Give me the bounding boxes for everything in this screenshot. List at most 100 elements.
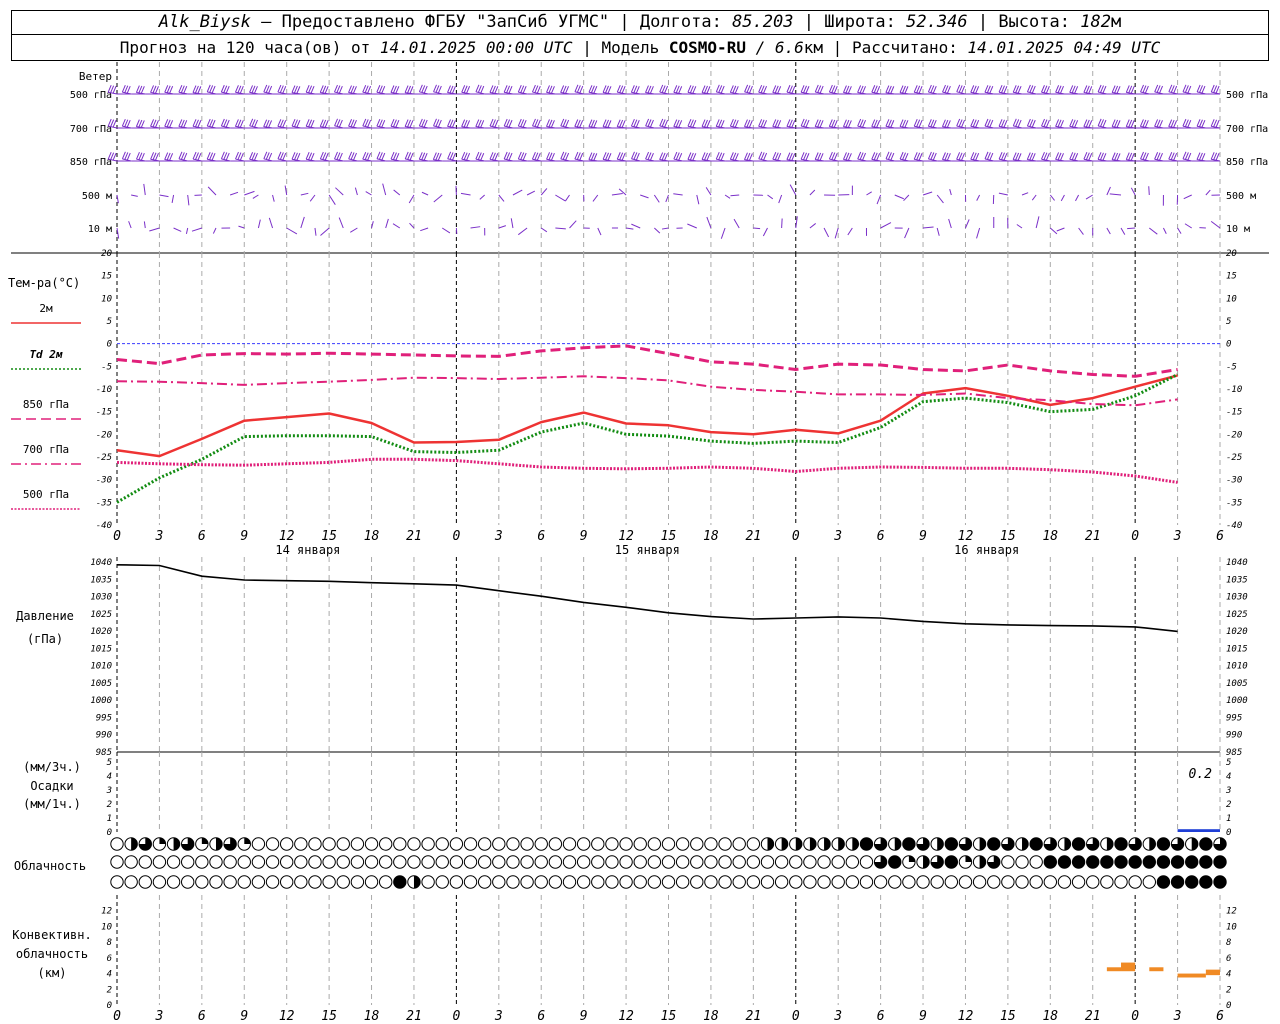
wind-barb-flag bbox=[687, 85, 692, 93]
cloud-cover-circle bbox=[364, 875, 379, 889]
wind-barb-flag bbox=[169, 120, 174, 128]
wind-barb-flag bbox=[546, 119, 550, 127]
wind-barb bbox=[393, 189, 401, 196]
wind-barb-flag bbox=[777, 120, 782, 128]
bottom-hour-tick-label: 18 bbox=[1042, 1009, 1058, 1024]
wind-barb-flag bbox=[972, 119, 977, 127]
cloud-cover-fill bbox=[1213, 855, 1227, 869]
wind-barb-flag bbox=[970, 152, 975, 160]
wind-barb-flag bbox=[734, 120, 739, 128]
wind-barb-flag bbox=[720, 152, 725, 161]
wind-barb-flag bbox=[833, 85, 838, 94]
precip-unit-3h: (мм/3ч.) bbox=[23, 760, 81, 774]
wind-barb-flag bbox=[305, 119, 310, 127]
wind-barb-flag bbox=[263, 151, 268, 159]
wind-barb-flag bbox=[451, 120, 456, 128]
wind-barb-flag bbox=[777, 86, 782, 94]
cloud-cover-circle bbox=[195, 875, 209, 889]
wind-barb-flag bbox=[562, 119, 567, 127]
cloud-cover-circle bbox=[350, 855, 365, 869]
cloud-cover-circle bbox=[718, 855, 732, 869]
wind-barb-flag bbox=[150, 85, 155, 93]
wind-barb-flag bbox=[334, 118, 338, 126]
wind-barb-flag bbox=[183, 152, 188, 161]
wind-barb-flag bbox=[857, 118, 862, 127]
wind-barb bbox=[350, 227, 358, 233]
wind-barb bbox=[1060, 194, 1065, 202]
wind-barb-flag bbox=[760, 85, 765, 93]
wind-barb-flag bbox=[279, 85, 284, 93]
cloud-cover-circle bbox=[251, 875, 266, 889]
cloud-cover-fill bbox=[1022, 837, 1029, 851]
cloud-cover-circle bbox=[1057, 875, 1072, 889]
wind-barb bbox=[555, 194, 566, 202]
wind-barb-flag bbox=[265, 152, 270, 160]
wind-barb bbox=[724, 194, 731, 199]
cloud-cover-circle bbox=[548, 875, 563, 889]
wind-barb-flag bbox=[1041, 152, 1045, 160]
wind-barb bbox=[569, 220, 577, 229]
wind-barb-flag bbox=[178, 85, 183, 93]
wind-barb bbox=[1130, 187, 1136, 196]
wind-barb bbox=[143, 221, 146, 229]
temp-tick-label-right: -40 bbox=[1226, 521, 1242, 531]
bottom-hour-tick-label: 9 bbox=[580, 1009, 588, 1024]
wind-barb-flag bbox=[390, 151, 395, 160]
wind-barb bbox=[512, 189, 523, 196]
temp-tick-label-right: -15 bbox=[1226, 408, 1242, 418]
wind-barb bbox=[420, 227, 429, 232]
bottom-hour-tick-label: 21 bbox=[406, 1009, 422, 1024]
wind-barb-flag bbox=[1017, 86, 1022, 94]
cloud-cover-fill bbox=[1072, 837, 1085, 851]
wind-barb-flag bbox=[409, 152, 414, 161]
cloud-cover-fill bbox=[795, 837, 802, 851]
wind-barb-flag bbox=[616, 152, 621, 160]
wind-barb-flag bbox=[777, 153, 782, 161]
cloud-cover-fill bbox=[131, 837, 138, 851]
cloud-cover-circle bbox=[294, 855, 308, 869]
cloud-cover-fill bbox=[159, 837, 166, 844]
cloud-cover-circle bbox=[534, 855, 548, 869]
cloud-cover-circle bbox=[534, 837, 548, 851]
cloud-cover-circle bbox=[774, 855, 789, 869]
cloud-cover-fill bbox=[888, 855, 901, 869]
wind-barb-flag bbox=[1156, 152, 1161, 160]
cloud-cover-circle bbox=[181, 855, 195, 869]
wind-barb-flag bbox=[758, 119, 763, 127]
wind-barb-flag bbox=[989, 119, 994, 128]
wind-barb-flag bbox=[239, 86, 244, 94]
wind-barb-flag bbox=[206, 84, 211, 93]
wind-barb bbox=[300, 192, 309, 196]
wind-barb-flag bbox=[1003, 120, 1008, 128]
cloud-cover-circle bbox=[124, 875, 138, 889]
wind-barb-flag bbox=[1088, 153, 1093, 161]
wind-barb-flag bbox=[763, 86, 768, 94]
hour-tick-label: 18 bbox=[364, 529, 380, 544]
wind-barb-flag bbox=[423, 85, 428, 94]
wind-barb-flag bbox=[421, 119, 426, 127]
wind-barb-flag bbox=[364, 85, 369, 93]
cloud-cover-circle bbox=[633, 837, 647, 851]
wind-barb-flag bbox=[1159, 120, 1163, 128]
date-label: 16 января bbox=[954, 543, 1019, 557]
pressure-tick-label: 1035 bbox=[90, 575, 112, 585]
pressure-tick-label-right: 1010 bbox=[1226, 662, 1248, 672]
wind-barb-flag bbox=[786, 84, 791, 93]
wind-barb-flag bbox=[1154, 84, 1159, 93]
wind-barb bbox=[252, 194, 259, 199]
wind-barb-flag bbox=[1029, 85, 1034, 93]
wind-barb-flag bbox=[437, 119, 442, 128]
convective-tick-label-right: 6 bbox=[1226, 954, 1231, 964]
cloud-cover-fill bbox=[1185, 875, 1198, 889]
wind-barb-flag bbox=[645, 118, 650, 127]
cloud-cover-circle bbox=[350, 875, 365, 889]
pressure-tick-label-right: 1005 bbox=[1226, 679, 1248, 689]
cloud-cover-circle bbox=[562, 837, 577, 851]
cloud-cover-circle bbox=[845, 855, 860, 869]
cloud-cover-circle bbox=[888, 875, 902, 889]
wind-barb-flag bbox=[927, 119, 932, 127]
wind-barb-flag bbox=[192, 151, 197, 160]
wind-barb-flag bbox=[239, 120, 244, 128]
wind-barb bbox=[128, 221, 132, 229]
wind-barb bbox=[880, 222, 892, 229]
